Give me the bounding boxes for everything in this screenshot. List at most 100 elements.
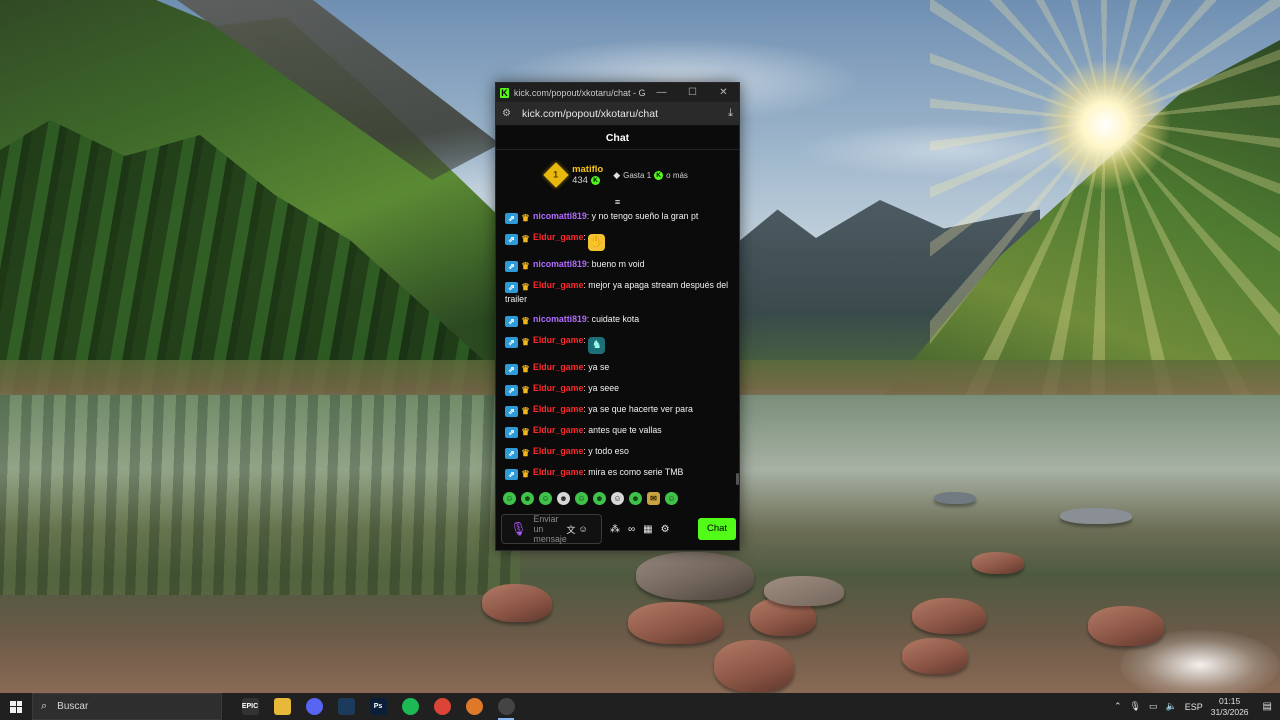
windows-logo-icon <box>10 700 22 713</box>
chat-username[interactable]: Eldur_game <box>533 404 583 414</box>
subscriber-badge-icon: ⇗ <box>505 406 518 417</box>
pinned-apps: EPIC Ps <box>234 693 522 720</box>
chat-username[interactable]: nicomatti819 <box>533 314 587 324</box>
emote-button[interactable]: ☺ <box>575 492 588 505</box>
chat-username[interactable]: Eldur_game <box>533 467 583 477</box>
app-orange-icon <box>465 698 483 715</box>
taskbar-app-chrome[interactable] <box>426 693 458 720</box>
microphone-icon[interactable]: 🎙 <box>1130 701 1141 712</box>
chat-username[interactable]: nicomatti819 <box>533 211 587 221</box>
notification-icon[interactable]: ▤ <box>1263 701 1272 712</box>
chat-input[interactable]: 🎙 Enviar un mensaje 文 ☺ <box>501 514 602 544</box>
language-indicator[interactable]: ESP <box>1185 702 1203 712</box>
rock <box>1060 508 1132 524</box>
rock <box>912 598 986 634</box>
chat-username[interactable]: nicomatti819 <box>533 259 587 269</box>
users-icon[interactable]: ⁂ <box>610 524 620 535</box>
address-bar[interactable]: ⚙ kick.com/popout/xkotaru/chat ⤓ <box>496 102 739 126</box>
chat-emote-icon: ♞ <box>588 337 606 354</box>
chat-message-text: : y no tengo sueño la gran pt <box>586 211 699 221</box>
rank-number: 1 <box>553 169 559 180</box>
emote-button[interactable]: ☺ <box>611 492 624 505</box>
rock <box>902 638 968 674</box>
window-title: kick.com/popout/xkotaru/chat - Goo... <box>513 87 646 98</box>
file-explorer-icon <box>273 698 291 715</box>
emote-button[interactable]: ☺ <box>503 492 516 505</box>
taskbar-app-app-orange[interactable] <box>458 693 490 720</box>
chat-username[interactable]: Eldur_game <box>533 425 583 435</box>
close-button[interactable]: ✕ <box>708 83 739 102</box>
chat-popout-window: K kick.com/popout/xkotaru/chat - Goo... … <box>495 82 740 551</box>
chat-username[interactable]: Eldur_game <box>533 335 583 345</box>
steam-icon <box>337 698 355 715</box>
chat-message-text: : y todo eso <box>583 446 629 456</box>
clock-time: 01:15 <box>1218 695 1241 706</box>
translate-icon[interactable]: 文 <box>567 523 576 536</box>
chat-message: ⇗ ♛ Eldur_game: antes que te vallas <box>505 421 739 442</box>
volume-icon[interactable]: 🔈 <box>1165 701 1176 712</box>
clock[interactable]: 01:15 31/3/2026 <box>1211 696 1249 718</box>
taskbar-app-epic-games[interactable]: EPIC <box>234 693 266 720</box>
window-titlebar[interactable]: K kick.com/popout/xkotaru/chat - Goo... … <box>496 83 739 102</box>
chat-composer: 🎙 Enviar un mensaje 文 ☺ ⁂ ∞ ▦ ⚙ Chat <box>501 513 736 545</box>
chat-message-list[interactable]: ⇗ ♛ nicomatti819: y no tengo sueño la gran… <box>496 207 739 481</box>
chat-message-text: : bueno m void <box>586 259 645 269</box>
network-icon[interactable]: ▭ <box>1149 701 1158 712</box>
system-tray: ⌃ 🎙 ▭ 🔈 ESP 01:15 31/3/2026 ▤ <box>1114 696 1280 718</box>
chat-message: ⇗ ♛ Eldur_game: ya se <box>505 358 739 379</box>
taskbar-app-discord[interactable] <box>298 693 330 720</box>
maximize-button[interactable]: ☐ <box>677 83 708 102</box>
download-icon[interactable]: ⤓ <box>728 107 733 120</box>
chat-scrollbar[interactable] <box>736 473 739 485</box>
emote-button[interactable]: ☻ <box>593 492 606 505</box>
subscriber-badge-icon: ⇗ <box>505 316 518 327</box>
taskbar-app-steam[interactable] <box>330 693 362 720</box>
emote-button[interactable]: ✉ <box>647 492 660 505</box>
taskbar-app-photoshop[interactable]: Ps <box>362 693 394 720</box>
taskbar-app-obs-recorder[interactable] <box>490 693 522 720</box>
store-icon[interactable]: ▦ <box>643 524 652 535</box>
settings-gear-icon[interactable]: ⚙ <box>661 524 670 535</box>
taskbar-search[interactable]: ⌕ Buscar <box>32 693 222 720</box>
chevron-up-icon[interactable]: ⌃ <box>1114 701 1122 712</box>
emote-button[interactable]: ☺ <box>539 492 552 505</box>
emoji-icon[interactable]: ☺ <box>579 524 588 534</box>
minimize-button[interactable]: — <box>646 83 677 102</box>
subscriber-badge-icon: ⇗ <box>505 427 518 438</box>
sun <box>1040 60 1170 190</box>
chat-username[interactable]: Eldur_game <box>533 280 583 290</box>
chat-message: ⇗ ♛ Eldur_game: ♞ <box>505 331 739 358</box>
rock <box>714 640 794 692</box>
obs-recorder-icon <box>497 698 515 715</box>
emote-button[interactable]: ☻ <box>629 492 642 505</box>
clock-date: 31/3/2026 <box>1210 706 1249 717</box>
chat-message: ⇗ ♛ Eldur_game: ya se que hacerte ver para <box>505 400 739 421</box>
start-button[interactable] <box>0 693 32 720</box>
chat-message-text: : ya seee <box>583 383 620 393</box>
taskbar-app-spotify[interactable] <box>394 693 426 720</box>
chat-message: ⇗ ♛ nicomatti819: bueno m void <box>505 255 739 276</box>
chat-username[interactable]: Eldur_game <box>533 362 583 372</box>
chat-username[interactable]: Eldur_game <box>533 383 583 393</box>
subscriber-badge-icon: ⇗ <box>505 261 518 272</box>
microphone-icon[interactable]: 🎙 <box>510 521 527 537</box>
emote-button[interactable]: ☻ <box>521 492 534 505</box>
rock <box>628 602 723 644</box>
search-icon: ⌕ <box>41 700 48 712</box>
emote-button[interactable]: ☺ <box>665 492 678 505</box>
crown-badge-icon: ♛ <box>521 234 530 245</box>
gift-rule-prefix: Gasta 1 <box>623 170 652 180</box>
infinity-icon[interactable]: ∞ <box>628 524 635 535</box>
chat-username[interactable]: Eldur_game <box>533 446 583 456</box>
pinned-gift-leaderboard[interactable]: 1 matiflo 434 K ◆ Gasta 1 K o más <box>496 150 739 198</box>
emote-button[interactable]: ☻ <box>557 492 570 505</box>
taskbar-app-file-explorer[interactable] <box>266 693 298 720</box>
send-chat-button[interactable]: Chat <box>698 518 736 540</box>
site-settings-icon[interactable]: ⚙ <box>502 108 514 119</box>
chat-username[interactable]: Eldur_game <box>533 232 583 242</box>
subscriber-badge-icon: ⇗ <box>505 385 518 396</box>
url-text[interactable]: kick.com/popout/xkotaru/chat <box>522 108 658 120</box>
chat-input-placeholder: Enviar un mensaje <box>533 514 567 544</box>
kick-coin-icon: K <box>654 170 664 180</box>
subscriber-badge-icon: ⇗ <box>505 234 518 245</box>
